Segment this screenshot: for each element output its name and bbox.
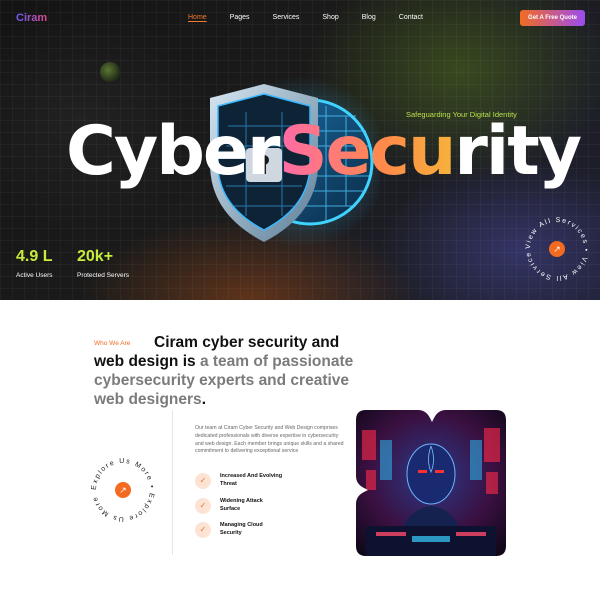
decorative-orb [100,62,120,82]
feature-line-2: Security [220,530,242,536]
hacker-image [356,410,506,556]
feature-item: ✓ Managing Cloud Security [195,522,290,538]
feature-line-1: Widening Attack [220,498,263,505]
arrow-up-right-icon: ↗ [549,241,565,257]
hero-title-part-1: Cyber [66,112,281,191]
hero-title-part-3: rity [454,112,582,191]
check-icon: ✓ [195,498,211,514]
check-icon: ✓ [195,473,211,489]
hero-title-part-2: Secu [278,112,457,191]
brand-logo[interactable]: Ciram [16,12,47,24]
view-all-services-badge[interactable]: View All Services • View All Services • … [520,212,594,286]
feature-text: Managing Cloud Security [220,522,290,538]
arrow-up-right-icon: ↗ [115,482,131,498]
stat-label: Active Users [16,272,53,279]
nav-item-services[interactable]: Services [273,14,300,21]
vertical-divider [172,410,173,555]
about-heading-end: . [201,390,206,408]
feature-text: Widening Attack Surface [220,498,290,514]
hero-section: Ciram Home Pages Services Shop Blog Cont… [0,0,600,300]
stat-label: Protected Servers [77,272,130,279]
feature-item: ✓ Increased And Evolving Threat [195,473,290,489]
stat-value: 20k+ [77,248,114,265]
main-nav: Home Pages Services Shop Blog Contact [188,14,446,21]
about-paragraph: Our team at Ciram Cyber Security and Web… [195,425,344,455]
feature-line-1: Managing Cloud [220,522,263,529]
explore-us-more-badge[interactable]: Explore Us More • Explore Us More • ↗ [86,453,160,527]
feature-text: Increased And Evolving Threat [220,473,290,489]
nav-item-blog[interactable]: Blog [362,14,376,21]
nav-item-contact[interactable]: Contact [399,14,423,21]
nav-item-home[interactable]: Home [188,14,207,21]
feature-line-1: Increased And Evolving [220,473,283,480]
feature-line-2: Surface [220,506,241,512]
feature-item: ✓ Widening Attack Surface [195,498,290,514]
get-free-quote-button[interactable]: Get A Free Quote [520,10,585,26]
stat-protected-servers: 20k+ Protected Servers [77,248,129,279]
about-heading: Ciram cyber security and web design is a… [94,334,364,410]
feature-line-2: Threat [220,481,237,487]
nav-item-pages[interactable]: Pages [230,14,250,21]
hero-title: CyberSecurity [66,118,582,186]
check-icon: ✓ [195,522,211,538]
nav-item-shop[interactable]: Shop [322,14,338,21]
stat-value: 4.9 L [16,248,53,265]
stat-active-users: 4.9 L Active Users [16,248,52,279]
